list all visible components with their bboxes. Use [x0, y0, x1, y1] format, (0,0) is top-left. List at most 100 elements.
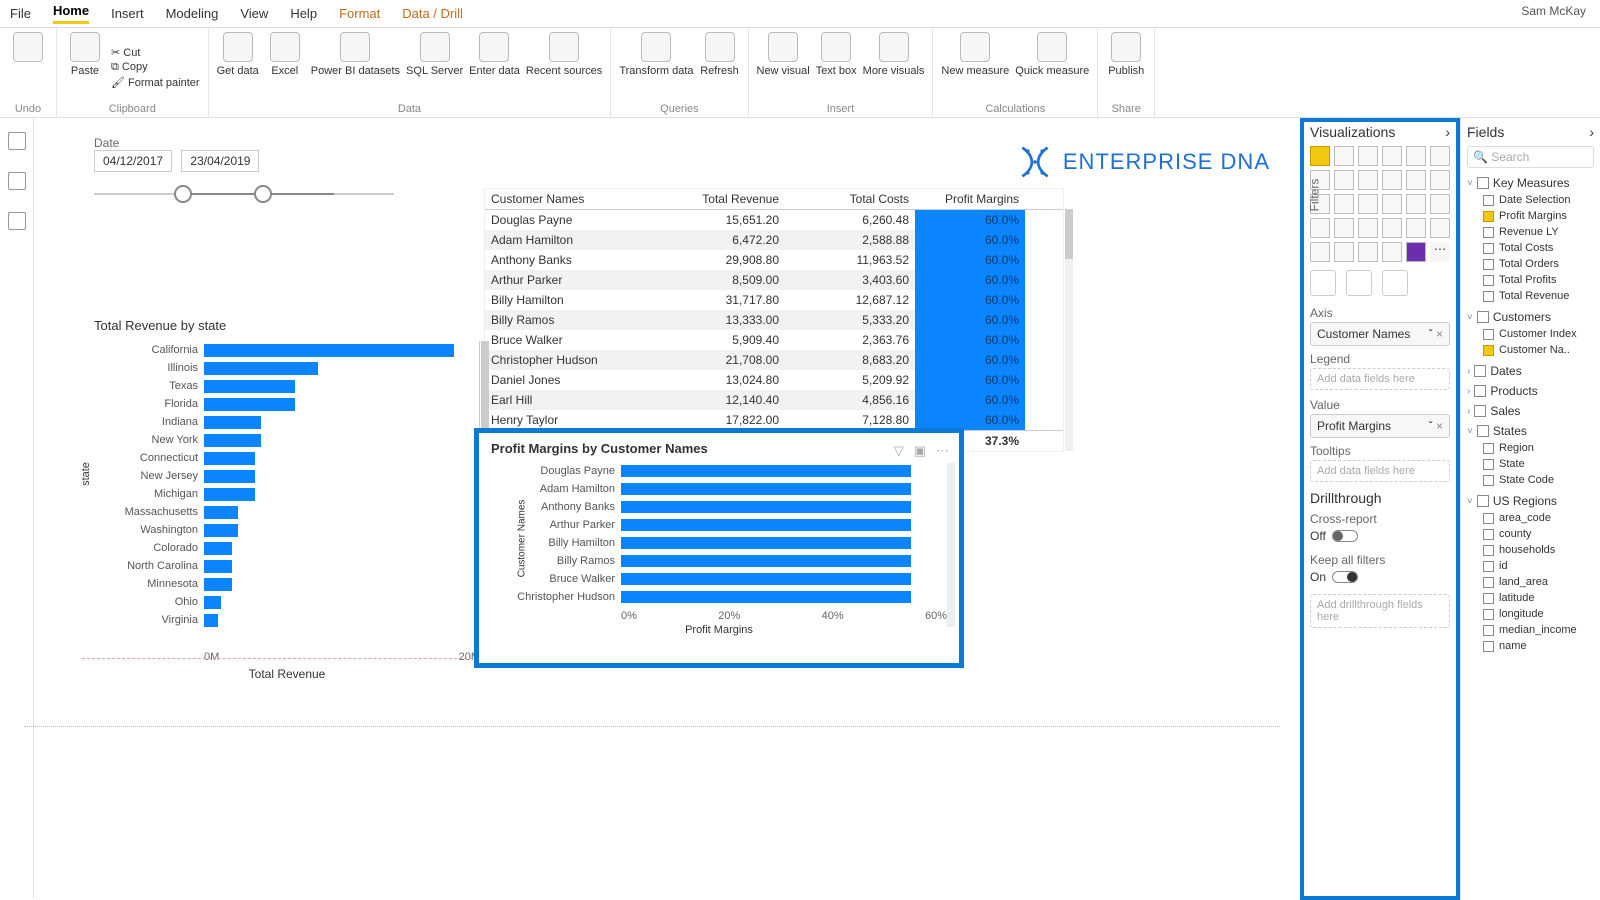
viz-type[interactable]: [1406, 194, 1426, 214]
field-item[interactable]: Date Selection: [1467, 192, 1594, 208]
field-item[interactable]: Profit Margins: [1467, 208, 1594, 224]
viz-type[interactable]: [1358, 242, 1378, 262]
slider-knob-right[interactable]: [254, 185, 272, 203]
col-costs[interactable]: Total Costs: [785, 189, 915, 209]
bar[interactable]: Virginia: [94, 611, 475, 629]
menu-datadrill[interactable]: Data / Drill: [402, 6, 463, 21]
viz-type[interactable]: [1430, 218, 1450, 238]
viz-type[interactable]: [1310, 218, 1330, 238]
field-item[interactable]: area_code: [1467, 510, 1594, 526]
field-item[interactable]: Total Profits: [1467, 272, 1594, 288]
bar[interactable]: Ohio: [94, 593, 475, 611]
data-view-icon[interactable]: [8, 172, 26, 190]
menu-insert[interactable]: Insert: [111, 6, 144, 21]
table-row[interactable]: Christopher Hudson21,708.008,683.2060.0%: [485, 350, 1063, 370]
viz-type[interactable]: [1430, 146, 1450, 166]
excel-button[interactable]: Excel: [265, 32, 305, 77]
slider-knob-left[interactable]: [174, 185, 192, 203]
well-axis[interactable]: Customer Namesˇ ×: [1310, 322, 1450, 346]
menu-home[interactable]: Home: [53, 3, 89, 24]
bar[interactable]: Adam Hamilton: [491, 480, 947, 498]
table-row[interactable]: Douglas Payne15,651.206,260.4860.0%: [485, 210, 1063, 230]
bar[interactable]: Texas: [94, 377, 475, 395]
bar[interactable]: New York: [94, 431, 475, 449]
field-item[interactable]: id: [1467, 558, 1594, 574]
field-item[interactable]: county: [1467, 526, 1594, 542]
col-revenue[interactable]: Total Revenue: [645, 189, 785, 209]
table-row[interactable]: Adam Hamilton6,472.202,588.8860.0%: [485, 230, 1063, 250]
viz-type[interactable]: [1358, 194, 1378, 214]
bar[interactable]: Michigan: [94, 485, 475, 503]
date-from[interactable]: 04/12/2017: [94, 150, 172, 172]
viz-type[interactable]: [1430, 170, 1450, 190]
get-data-button[interactable]: Get data: [217, 32, 259, 77]
revenue-by-state-chart[interactable]: Total Revenue by state state CaliforniaI…: [94, 318, 480, 681]
col-customer[interactable]: Customer Names: [485, 189, 645, 209]
viz-type[interactable]: [1406, 242, 1426, 262]
bar[interactable]: Billy Ramos: [491, 552, 947, 570]
bar[interactable]: Minnesota: [94, 575, 475, 593]
viz-type[interactable]: [1358, 146, 1378, 166]
table-row[interactable]: Billy Hamilton31,717.8012,687.1260.0%: [485, 290, 1063, 310]
copy-button[interactable]: ⧉ Copy: [111, 61, 200, 74]
field-item[interactable]: Total Orders: [1467, 256, 1594, 272]
filters-tab[interactable]: Filters: [1307, 179, 1321, 212]
more-visuals-button[interactable]: More visuals: [863, 32, 925, 77]
keep-filters-toggle[interactable]: [1332, 571, 1358, 583]
table-row[interactable]: Anthony Banks29,908.8011,963.5260.0%: [485, 250, 1063, 270]
menu-format[interactable]: Format: [339, 6, 380, 21]
field-table[interactable]: ˅US Regions: [1467, 494, 1594, 508]
well-value[interactable]: Profit Marginsˇ ×: [1310, 414, 1450, 438]
bar[interactable]: Illinois: [94, 359, 475, 377]
quick-measure-button[interactable]: Quick measure: [1015, 32, 1089, 77]
field-table[interactable]: ˅Key Measures: [1467, 176, 1594, 190]
format-painter-button[interactable]: 🖌 Format painter: [111, 76, 200, 89]
menu-modeling[interactable]: Modeling: [166, 6, 219, 21]
viz-type[interactable]: [1334, 146, 1354, 166]
bar[interactable]: Anthony Banks: [491, 498, 947, 516]
bar[interactable]: Indiana: [94, 413, 475, 431]
bar[interactable]: Arthur Parker: [491, 516, 947, 534]
field-item[interactable]: median_income: [1467, 622, 1594, 638]
paste-button[interactable]: Paste: [65, 32, 105, 77]
field-item[interactable]: name: [1467, 638, 1594, 654]
field-item[interactable]: Customer Na..: [1467, 342, 1594, 358]
focus-icon[interactable]: ▣: [914, 443, 926, 459]
viz-type[interactable]: [1406, 218, 1426, 238]
refresh-button[interactable]: Refresh: [700, 32, 740, 77]
bar[interactable]: Colorado: [94, 539, 475, 557]
date-to[interactable]: 23/04/2019: [181, 150, 259, 172]
menu-file[interactable]: File: [10, 6, 31, 21]
viz-type[interactable]: [1382, 170, 1402, 190]
pbi-datasets-button[interactable]: Power BI datasets: [311, 32, 400, 77]
bar[interactable]: North Carolina: [94, 557, 475, 575]
cross-report-toggle[interactable]: [1332, 530, 1358, 542]
bar[interactable]: Connecticut: [94, 449, 475, 467]
bar[interactable]: Douglas Payne: [491, 462, 947, 480]
viz-type[interactable]: [1334, 170, 1354, 190]
format-tab-icon[interactable]: [1346, 270, 1372, 296]
customer-table[interactable]: Customer Names Total Revenue Total Costs…: [484, 188, 1064, 452]
cut-button[interactable]: ✂ Cut: [111, 46, 200, 59]
table-row[interactable]: Daniel Jones13,024.805,209.9260.0%: [485, 370, 1063, 390]
sql-server-button[interactable]: SQL Server: [406, 32, 463, 77]
bar[interactable]: New Jersey: [94, 467, 475, 485]
more-icon[interactable]: ⋯: [936, 443, 949, 459]
viz-type[interactable]: [1358, 218, 1378, 238]
field-table[interactable]: ›Products: [1467, 384, 1594, 398]
viz-type[interactable]: [1382, 242, 1402, 262]
field-item[interactable]: longitude: [1467, 606, 1594, 622]
bar[interactable]: Billy Hamilton: [491, 534, 947, 552]
new-visual-button[interactable]: New visual: [757, 32, 810, 77]
field-table[interactable]: ˅Customers: [1467, 310, 1594, 324]
field-item[interactable]: Total Costs: [1467, 240, 1594, 256]
pm-scroll[interactable]: [947, 463, 955, 627]
enter-data-button[interactable]: Enter data: [469, 32, 520, 77]
menu-view[interactable]: View: [240, 6, 268, 21]
col-margin[interactable]: Profit Margins: [915, 189, 1025, 209]
bar[interactable]: Florida: [94, 395, 475, 413]
remove-icon[interactable]: ×: [1436, 327, 1443, 341]
remove-icon[interactable]: ×: [1436, 419, 1443, 433]
field-table[interactable]: ›Dates: [1467, 364, 1594, 378]
analytics-tab-icon[interactable]: [1382, 270, 1408, 296]
